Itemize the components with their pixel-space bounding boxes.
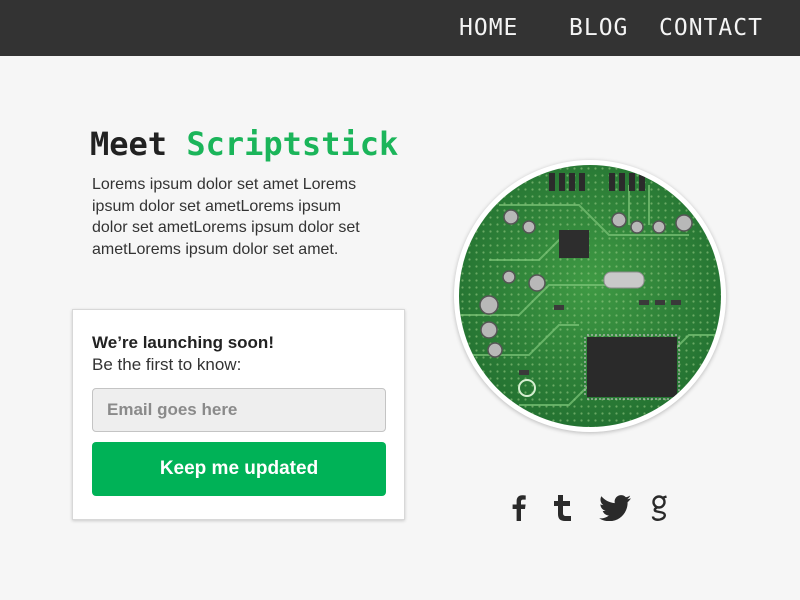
email-field[interactable] [92,388,386,432]
facebook-icon[interactable] [508,490,530,526]
brand-name: Scriptstick [186,125,399,163]
page-title: Meet Scriptstick [90,124,398,164]
circuit-board-image [459,165,721,427]
nav-link-contact[interactable]: Contact [659,12,763,44]
signup-card: We’re launching soon! Be the first to kn… [72,309,405,520]
google-plus-icon[interactable] [648,490,672,526]
intro-text: Lorems ipsum dolor set amet Lorems ipsum… [92,176,360,258]
top-navigation-bar: Home Blog Contact [0,0,800,56]
circuit-board-photo-frame [454,160,726,432]
signup-heading: We’re launching soon! [92,333,274,352]
circuit-board-photo [459,165,721,427]
tumblr-icon[interactable] [550,490,576,526]
nav-link-home[interactable]: Home [459,12,518,44]
social-links [500,490,680,530]
signup-subheading: Be the first to know: [92,355,242,374]
keep-me-updated-button[interactable]: Keep me updated [92,442,386,496]
twitter-icon[interactable] [596,490,634,526]
title-prefix: Meet [90,125,168,163]
nav-link-blog[interactable]: Blog [569,12,628,44]
